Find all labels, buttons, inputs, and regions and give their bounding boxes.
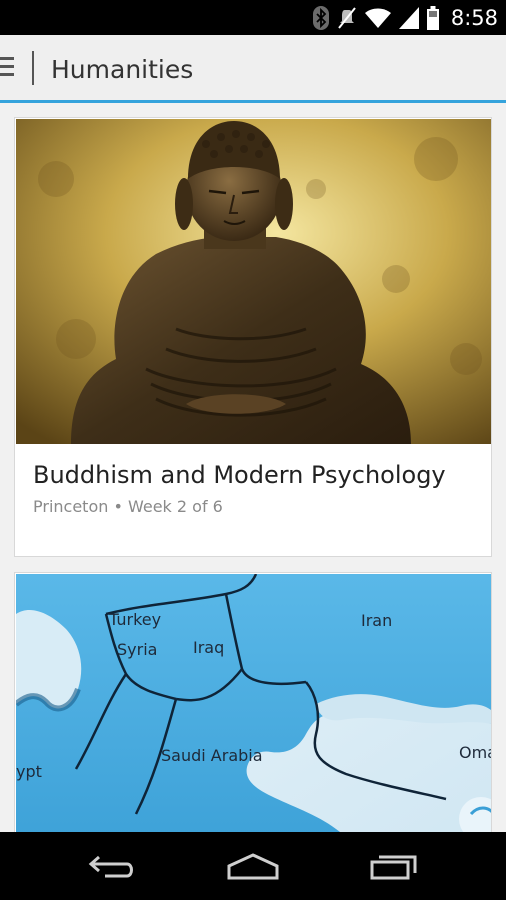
hamburger-menu-icon[interactable] [0,57,14,77]
map-label-egypt: ypt [16,762,42,781]
action-bar: Humanities [0,35,506,103]
map-label-oman: Oma [459,743,491,762]
status-icons: 8:58 [312,0,498,35]
wifi-icon [364,8,391,28]
middle-east-map-image: Turkey Syria Iraq Iran Saudi Arabia ypt … [16,574,491,832]
course-card[interactable]: Turkey Syria Iraq Iran Saudi Arabia ypt … [14,572,492,832]
map-label-turkey: Turkey [108,610,161,629]
home-button[interactable] [218,846,288,886]
map-label-iraq: Iraq [193,638,224,657]
course-card[interactable]: Buddhism and Modern Psychology Princeton… [14,117,492,557]
battery-icon [426,5,439,30]
course-list: Buddhism and Modern Psychology Princeton… [0,103,506,832]
status-bar: 8:58 [0,0,506,35]
course-meta: Princeton • Week 2 of 6 [33,497,223,516]
navigation-bar [0,832,506,900]
home-icon [227,853,279,880]
map-label-iran: Iran [361,611,392,630]
back-icon [88,855,133,878]
clock: 8:58 [450,5,498,30]
map-label-saudi-arabia: Saudi Arabia [161,746,263,765]
bluetooth-icon [312,5,329,30]
page-title: Humanities [51,55,194,84]
title-divider [32,51,34,85]
map-label-syria: Syria [117,640,157,659]
course-title: Buddhism and Modern Psychology [33,461,446,489]
back-button[interactable] [77,846,147,886]
mute-icon [338,6,356,29]
recent-apps-icon [370,855,417,880]
recent-apps-button[interactable] [359,846,429,886]
buddha-statue-image [16,119,491,444]
signal-icon [398,6,419,29]
